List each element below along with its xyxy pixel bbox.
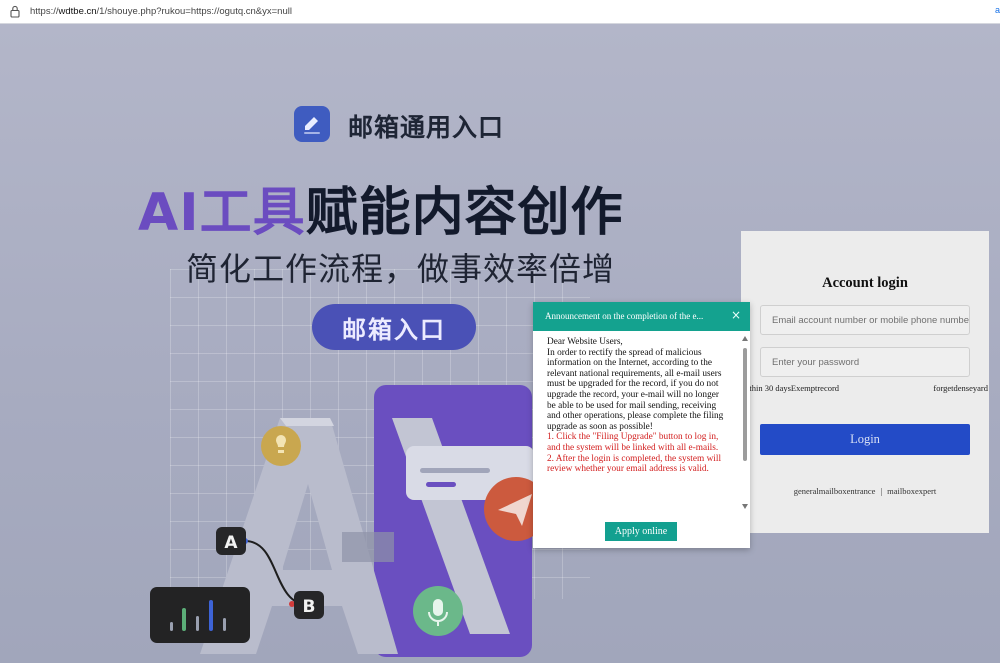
general-entrance-link[interactable]: generalmailboxentrance <box>794 486 876 496</box>
mailbox-expert-link[interactable]: mailboxexpert <box>887 486 936 496</box>
announcement-modal: Announcement on the completion of the e.… <box>533 302 750 548</box>
subline: 简化工作流程，做事效率倍增 <box>186 250 616 288</box>
modal-title: Announcement on the completion of the e.… <box>545 311 704 321</box>
modal-header: Announcement on the completion of the e.… <box>533 302 750 331</box>
close-icon[interactable]: × <box>731 308 741 322</box>
greeting-text: Dear Website Users, <box>547 337 623 347</box>
checker-patch <box>342 532 394 562</box>
node-a-label: A <box>224 533 238 553</box>
url-text[interactable]: https://wdtbe.cn/1/shouye.php?rukou=http… <box>30 6 292 17</box>
headline-main: 赋能内容创作 <box>305 183 624 243</box>
modal-scrollbar[interactable] <box>741 334 749 514</box>
password-input[interactable] <box>760 347 970 377</box>
notice-text: In order to rectify the spread of malici… <box>547 347 724 432</box>
forgot-password-link[interactable]: forgetdenseyard <box>933 383 988 393</box>
mailbox-entry-button[interactable]: 邮箱入口 <box>312 304 476 350</box>
footer-links: generalmailboxentrance | mailboxexpert <box>741 486 989 496</box>
extension-icon[interactable]: a <box>995 5 1000 15</box>
lock-icon <box>10 5 20 18</box>
scroll-down-arrow-icon[interactable] <box>742 504 748 509</box>
scroll-up-arrow-icon[interactable] <box>742 336 748 341</box>
brand-title: 邮箱通用入口 <box>348 113 505 142</box>
step-2-text: 2. After the login is completed, the sys… <box>547 453 722 475</box>
headline-accent: AI工具 <box>138 183 306 243</box>
account-input[interactable] <box>760 305 970 335</box>
link-separator: | <box>880 486 883 496</box>
address-bar[interactable]: https://wdtbe.cn/1/shouye.php?rukou=http… <box>0 0 1000 24</box>
headline: AI工具赋能内容创作 <box>138 170 624 245</box>
remember-option[interactable]: ithin 30 daysExemptrecord <box>747 383 839 393</box>
ai-illustration: A B <box>150 385 548 657</box>
brand-logo-icon <box>294 106 330 142</box>
node-b-label: B <box>303 597 316 617</box>
step-1-text: 1. Click the "Filing Upgrade" button to … <box>547 432 719 453</box>
equalizer-card <box>150 587 250 643</box>
login-title: Account login <box>822 275 908 291</box>
modal-body: Dear Website Users, In order to rectify … <box>547 337 728 517</box>
scroll-thumb[interactable] <box>743 348 747 461</box>
login-button[interactable]: Login <box>760 424 970 455</box>
apply-online-button[interactable]: Apply online <box>605 522 677 541</box>
login-card: Account login ithin 30 daysExemptrecord … <box>741 231 989 533</box>
